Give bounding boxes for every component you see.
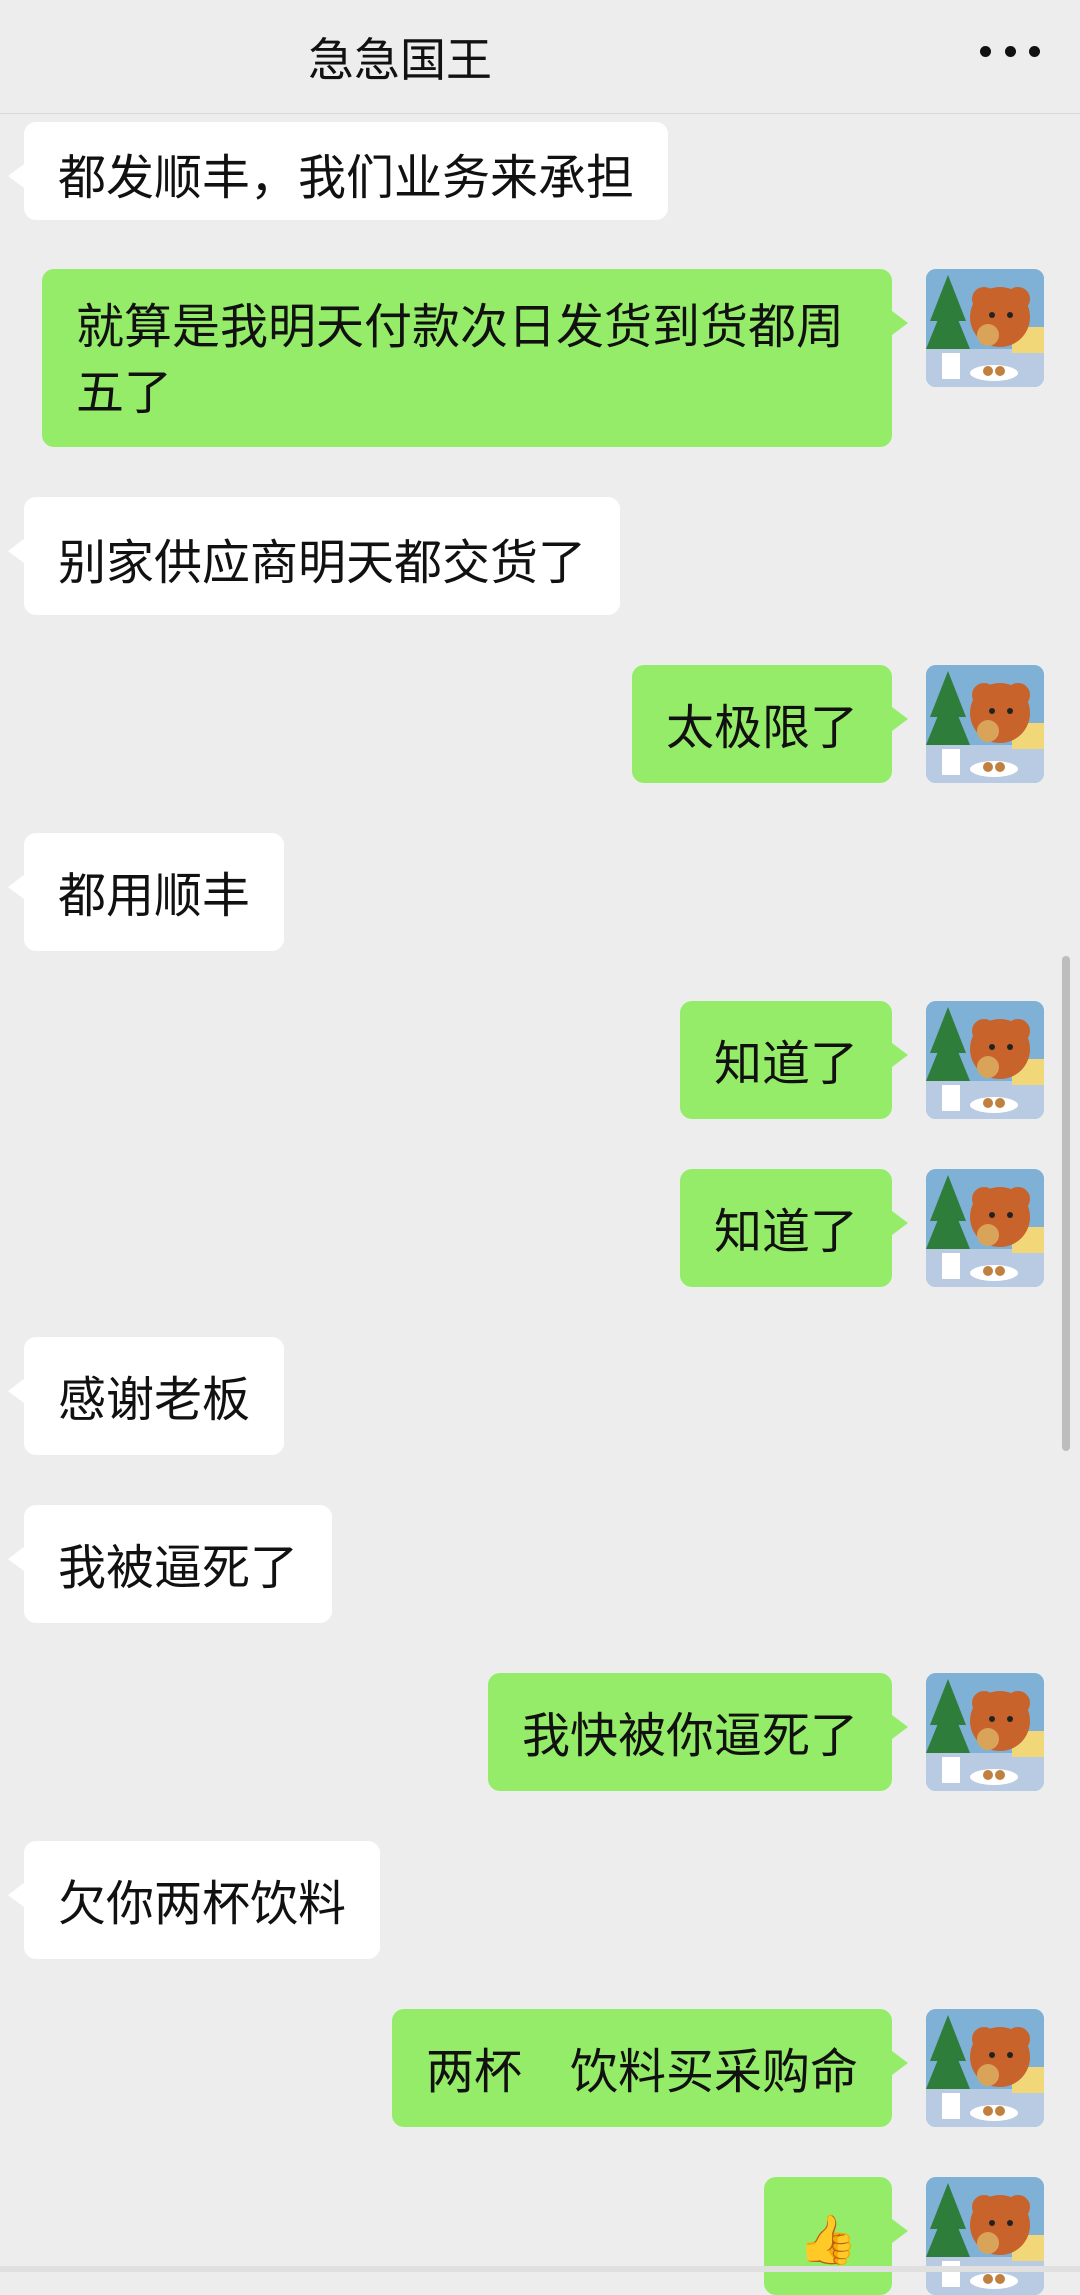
- message-text: 两杯 饮料买采购命: [425, 2044, 858, 2100]
- message-bubble-right[interactable]: 知道了: [679, 1169, 909, 1287]
- message-text: 我被逼死了: [58, 1540, 299, 1596]
- dog-eating-cookie-avatar-icon: [926, 269, 1044, 387]
- message-bubble-left[interactable]: 我被逼死了: [7, 1505, 333, 1623]
- dog-eating-cookie-avatar-icon: [926, 665, 1044, 783]
- message-text: 我快被你逼死了: [521, 1708, 858, 1764]
- avatar-self[interactable]: [926, 1001, 1044, 1119]
- avatar-self[interactable]: [926, 269, 1044, 387]
- dog-eating-cookie-avatar-icon: [926, 2177, 1044, 2295]
- avatar-self[interactable]: [926, 1169, 1044, 1287]
- dog-eating-cookie-avatar-icon: [926, 1673, 1044, 1791]
- message-bubble-left[interactable]: 欠你两杯饮料: [7, 1841, 381, 1959]
- avatar-self[interactable]: [926, 665, 1044, 783]
- message-text: 都发顺丰，我们业务来承担: [58, 150, 635, 206]
- bottom-divider: [0, 2266, 1080, 2272]
- dog-eating-cookie-avatar-icon: [926, 1001, 1044, 1119]
- message-text: 太极限了: [665, 700, 858, 756]
- message-bubble-left[interactable]: 都用顺丰: [7, 833, 285, 951]
- avatar-self[interactable]: [926, 1673, 1044, 1791]
- message-text: 知道了: [713, 1204, 858, 1260]
- message-bubble-left[interactable]: 感谢老板: [7, 1337, 285, 1455]
- thumbs-up-emoji: 👍: [798, 2212, 858, 2268]
- message-bubble-right[interactable]: 我快被你逼死了: [487, 1673, 909, 1791]
- message-text: 欠你两杯饮料: [58, 1876, 347, 1932]
- message-text: 别家供应商明天都交货了: [58, 535, 587, 591]
- chat-area: 都发顺丰，我们业务来承担 就算是我明天付款次日发货到货都周五了 别家供应商明天都…: [0, 0, 1080, 2295]
- chat-header: 急急国王: [0, 0, 1080, 114]
- message-text: 就算是我明天付款次日发货到货都周五了: [76, 299, 845, 421]
- message-text: 感谢老板: [58, 1372, 251, 1428]
- chat-title: 急急国王: [308, 33, 492, 87]
- message-bubble-right[interactable]: 太极限了: [631, 665, 909, 783]
- scrollbar[interactable]: [1062, 956, 1070, 1451]
- message-bubble-right[interactable]: 就算是我明天付款次日发货到货都周五了: [42, 269, 908, 447]
- message-bubble-left[interactable]: 都发顺丰，我们业务来承担: [7, 122, 669, 220]
- avatar-self[interactable]: [926, 2009, 1044, 2127]
- avatar-self[interactable]: [926, 2177, 1044, 2295]
- message-text: 知道了: [713, 1036, 858, 1092]
- message-bubble-left[interactable]: 别家供应商明天都交货了: [7, 497, 621, 615]
- message-bubble-right[interactable]: 知道了: [679, 1001, 909, 1119]
- more-dots-icon[interactable]: [980, 36, 1040, 66]
- dog-eating-cookie-avatar-icon: [926, 2009, 1044, 2127]
- message-bubble-right[interactable]: 两杯 饮料买采购命: [391, 2009, 909, 2127]
- dog-eating-cookie-avatar-icon: [926, 1169, 1044, 1287]
- message-bubble-right[interactable]: 👍: [764, 2177, 908, 2295]
- message-text: 都用顺丰: [58, 868, 251, 924]
